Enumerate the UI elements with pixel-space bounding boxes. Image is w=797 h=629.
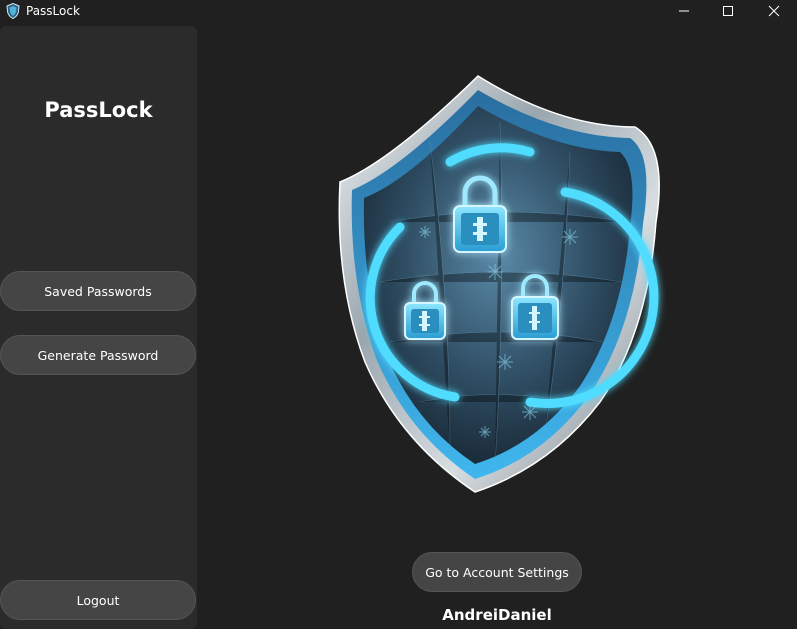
app-window: PassLock PassLock Saved Passwords Genera… <box>0 0 797 629</box>
generate-password-button[interactable]: Generate Password <box>0 335 196 375</box>
saved-passwords-button[interactable]: Saved Passwords <box>0 271 196 311</box>
account-settings-button[interactable]: Go to Account Settings <box>412 552 582 592</box>
close-icon <box>768 5 780 17</box>
minimize-button[interactable] <box>661 0 707 22</box>
shield-icon <box>6 3 20 19</box>
title-bar: PassLock <box>0 0 797 22</box>
logout-button[interactable]: Logout <box>0 580 196 620</box>
window-title: PassLock <box>26 4 80 18</box>
maximize-button[interactable] <box>705 0 751 22</box>
shield-with-padlocks-illustration <box>338 75 660 493</box>
maximize-icon <box>723 6 733 16</box>
app-brand: PassLock <box>44 98 153 122</box>
minimize-icon <box>679 10 689 12</box>
close-button[interactable] <box>751 0 797 22</box>
username-label: AndreiDaniel <box>442 606 552 624</box>
sidebar: PassLock Saved Passwords Generate Passwo… <box>0 26 197 629</box>
